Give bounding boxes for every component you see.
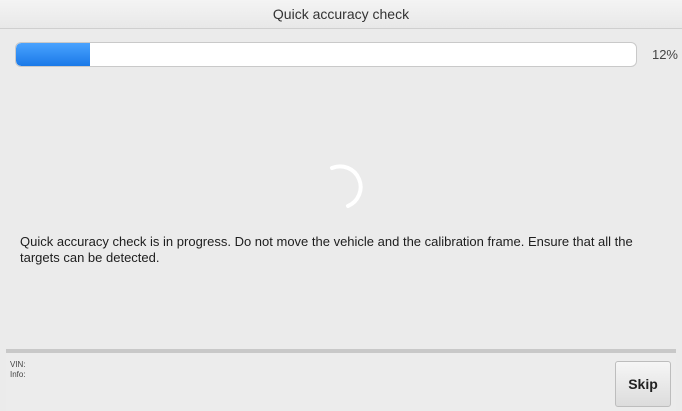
vin-label: VIN: <box>10 360 26 369</box>
title-bar: Quick accuracy check <box>0 0 682 29</box>
footer-bar: VIN: Info: Skip <box>6 353 676 411</box>
loading-spinner-icon <box>330 164 363 208</box>
skip-button[interactable]: Skip <box>615 361 671 407</box>
progress-bar <box>15 42 637 67</box>
page-title: Quick accuracy check <box>272 6 410 22</box>
progress-percent-label: 12% <box>651 47 678 62</box>
spinner-arc <box>330 164 363 208</box>
status-message: Quick accuracy check is in progress. Do … <box>20 234 633 265</box>
progress-bar-fill <box>16 43 91 66</box>
quick-accuracy-check-screen: Quick accuracy check 12% Quick accuracy … <box>0 0 682 411</box>
info-label: Info: <box>10 370 26 379</box>
